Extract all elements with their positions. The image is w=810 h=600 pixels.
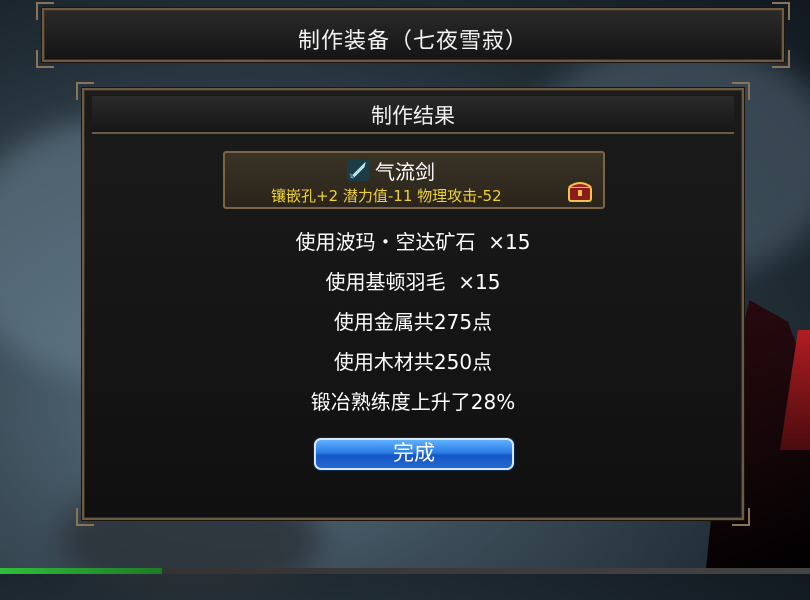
window-title: 制作装备（七夜雪寂） [297, 29, 528, 54]
material-line-ore: 使用波玛・空达矿石 ×15 [295, 230, 531, 254]
frame-corner [732, 508, 750, 526]
crafting-result-panel: 制作结果 气流剑 镶嵌孔+2 潜力值-11 物理攻击-52 使用波玛・空达矿石 … [76, 82, 750, 526]
done-button[interactable]: 完成 [314, 438, 514, 470]
experience-bar [0, 568, 810, 574]
item-stats: 镶嵌孔+2 潜力值-11 物理攻击-52 [271, 187, 502, 205]
skill-progress-line: 锻冶熟练度上升了28% [310, 390, 516, 414]
frame-corner [36, 2, 54, 20]
crafted-item-card[interactable]: 气流剑 镶嵌孔+2 潜力值-11 物理攻击-52 [223, 151, 605, 209]
material-line-feather: 使用基顿羽毛 ×15 [325, 270, 501, 294]
sword-icon [347, 159, 369, 181]
panel-title: 制作结果 [371, 104, 455, 128]
frame-corner [772, 2, 790, 20]
material-line-metal: 使用金属共275点 [333, 310, 493, 334]
frame-corner [76, 508, 94, 526]
panel-header: 制作结果 [92, 96, 734, 134]
chest-icon [568, 182, 592, 202]
material-line-wood: 使用木材共250点 [333, 350, 493, 374]
frame-corner [732, 82, 750, 100]
crafting-title-bar: 制作装备（七夜雪寂） [36, 2, 790, 68]
item-name: 气流剑 [375, 160, 435, 184]
